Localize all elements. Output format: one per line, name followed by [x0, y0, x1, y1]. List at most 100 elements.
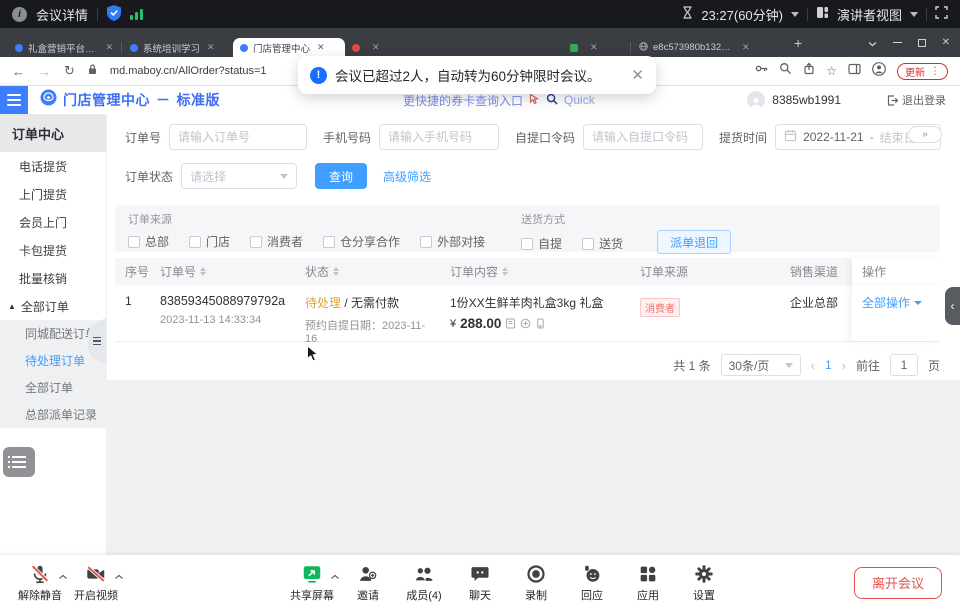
invite-button[interactable]: 邀请 — [340, 562, 396, 603]
start-video-button[interactable]: 开启视频 — [68, 562, 124, 603]
new-tab-button[interactable]: + — [794, 35, 802, 51]
order-status-select[interactable]: 请选择 — [181, 163, 297, 189]
share-screen-button[interactable]: 共享屏幕 — [284, 562, 340, 603]
advanced-filter-link[interactable]: 高级筛选 — [383, 168, 431, 185]
fullscreen-icon[interactable] — [935, 6, 948, 22]
kebab-menu-icon[interactable]: ⋮ — [930, 66, 940, 77]
browser-tab-1[interactable]: 礼盒营销平台管理中心 ✕ — [8, 38, 120, 57]
record-button[interactable]: 录制 — [508, 562, 564, 603]
window-menu-icon[interactable] — [868, 34, 877, 52]
expand-filters-button[interactable]: » — [908, 126, 942, 143]
tab-close-icon[interactable]: ✕ — [105, 42, 113, 53]
timer-dropdown-icon[interactable] — [791, 12, 799, 17]
next-page-button[interactable]: › — [842, 358, 846, 373]
ticket-icon[interactable] — [520, 318, 531, 329]
table-row[interactable]: 1 83859345088979792a 2023-11-13 14:33:34… — [115, 285, 940, 342]
prev-page-button[interactable]: ‹ — [811, 358, 815, 373]
window-maximize-button[interactable] — [918, 39, 926, 47]
search-button[interactable]: 查询 — [315, 163, 367, 189]
goto-page-input[interactable] — [890, 354, 918, 376]
meeting-info-icon[interactable]: i — [12, 7, 27, 22]
all-actions-dropdown[interactable]: 全部操作 — [862, 294, 932, 311]
window-close-button[interactable]: ✕ — [942, 37, 950, 48]
bookmark-star-icon[interactable]: ☆ — [826, 64, 837, 78]
network-signal-icon[interactable] — [130, 8, 143, 20]
sort-icon[interactable] — [502, 267, 508, 276]
browser-tab-5[interactable]: ✕ — [563, 38, 629, 57]
date-start-value[interactable]: 2022-11-21 — [803, 130, 864, 144]
camera-options-caret[interactable] — [114, 571, 124, 583]
apps-button[interactable]: 应用 — [620, 562, 676, 603]
unmute-button[interactable]: 解除静音 — [12, 562, 68, 603]
dispatch-return-button[interactable]: 派单退回 — [657, 230, 731, 254]
order-no-input[interactable] — [169, 124, 307, 150]
back-button[interactable]: ← — [12, 64, 25, 79]
view-mode-label[interactable]: 演讲者视图 — [837, 5, 902, 24]
chrome-update-button[interactable]: 更新 ⋮ — [897, 63, 948, 80]
sidebar-subitem-all-orders[interactable]: 全部订单 — [0, 374, 106, 401]
right-panel-handle[interactable]: ‹ — [945, 287, 960, 325]
phone-icon[interactable] — [535, 318, 546, 329]
checkbox-consumer[interactable]: 消费者 — [250, 233, 303, 250]
sidebar-group-all-orders[interactable]: ▲ 全部订单 — [0, 292, 106, 320]
forward-button[interactable]: → — [38, 64, 51, 79]
header-status[interactable]: 状态 — [295, 258, 440, 285]
meeting-details-label[interactable]: 会议详情 — [36, 5, 88, 24]
settings-button[interactable]: 设置 — [676, 562, 732, 603]
sidebar-item-card-pickup[interactable]: 卡包提货 — [0, 236, 106, 264]
checkbox-icon[interactable] — [189, 236, 201, 248]
order-number[interactable]: 83859345088979792a — [160, 294, 287, 308]
reactions-button[interactable]: 回应 — [564, 562, 620, 603]
checkbox-self-pickup[interactable]: 自提 — [521, 235, 562, 252]
checkbox-hq[interactable]: 总部 — [128, 233, 169, 250]
browser-tab-2[interactable]: 系统培训学习 ✕ — [123, 38, 233, 57]
floating-list-widget[interactable] — [3, 447, 35, 477]
browser-tab-4[interactable]: ✕ — [345, 38, 563, 57]
browser-tab-3-active[interactable]: 门店管理中心 ✕ — [233, 38, 345, 57]
side-panel-icon[interactable] — [848, 62, 861, 80]
phone-input[interactable] — [379, 124, 499, 150]
tab-close-icon[interactable]: ✕ — [742, 42, 750, 53]
browser-tab-6[interactable]: e8c573980b1328a258fd2e618 ✕ — [632, 38, 784, 57]
receipt-icon[interactable] — [505, 318, 516, 329]
sidebar-item-phone-pickup[interactable]: 电话提货 — [0, 152, 106, 180]
members-button[interactable]: 成员(4) — [396, 562, 452, 603]
sidebar-item-member-visit[interactable]: 会员上门 — [0, 208, 106, 236]
share-icon[interactable] — [803, 62, 815, 80]
sort-icon[interactable] — [200, 267, 206, 276]
security-shield-icon[interactable] — [107, 5, 121, 24]
sidebar-subitem-hq-dispatch-log[interactable]: 总部派单记录 — [0, 401, 106, 428]
view-mode-dropdown-icon[interactable] — [910, 12, 918, 17]
checkbox-icon[interactable] — [420, 236, 432, 248]
pickup-code-input[interactable] — [583, 124, 703, 150]
toast-close-icon[interactable]: ✕ — [631, 66, 644, 84]
menu-hamburger-button[interactable] — [0, 86, 28, 114]
share-options-caret[interactable] — [330, 571, 340, 583]
checkbox-icon[interactable] — [250, 236, 262, 248]
logout-button[interactable]: 退出登录 — [887, 92, 946, 108]
sidebar-item-door-pickup[interactable]: 上门提货 — [0, 180, 106, 208]
checkbox-delivery[interactable]: 送货 — [582, 235, 623, 252]
quick-entry-link[interactable]: 更快捷的券卡查询入口 — [403, 92, 523, 109]
lock-icon[interactable] — [88, 62, 97, 80]
checkbox-icon[interactable] — [582, 238, 594, 250]
user-avatar[interactable] — [747, 91, 765, 109]
checkbox-warehouse-share[interactable]: 仓分享合作 — [323, 233, 400, 250]
checkbox-icon[interactable] — [323, 236, 335, 248]
leave-meeting-button[interactable]: 离开会议 — [854, 567, 942, 599]
zoom-icon[interactable] — [779, 62, 792, 80]
header-content[interactable]: 订单内容 — [440, 258, 630, 285]
current-page[interactable]: 1 — [825, 358, 832, 372]
tab-close-icon[interactable]: ✕ — [207, 42, 215, 53]
reload-button[interactable]: ↻ — [64, 63, 75, 79]
sort-icon[interactable] — [333, 267, 339, 276]
sidebar-item-batch-verify[interactable]: 批量核销 — [0, 264, 106, 292]
checkbox-icon[interactable] — [128, 236, 140, 248]
quick-label[interactable]: Quick — [564, 93, 595, 107]
tab-close-icon[interactable]: ✕ — [590, 42, 598, 53]
username-label[interactable]: 8385wb1991 — [772, 93, 841, 107]
address-bar[interactable]: md.maboy.cn/AllOrder?status=1 — [110, 65, 267, 77]
mic-options-caret[interactable] — [58, 571, 68, 583]
checkbox-store[interactable]: 门店 — [189, 233, 230, 250]
page-size-select[interactable]: 30条/页 — [721, 354, 801, 376]
